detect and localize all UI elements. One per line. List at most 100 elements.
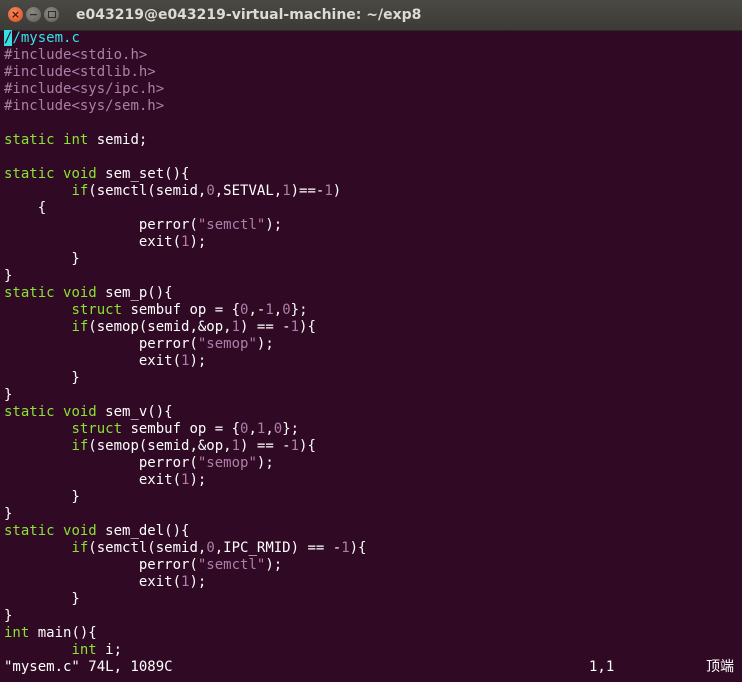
code-token: } — [4, 370, 80, 386]
close-icon: × — [10, 8, 21, 21]
code-token: 1 — [324, 183, 333, 199]
code-line: perror("semctl"); — [4, 217, 742, 234]
code-token: ){ — [299, 319, 316, 335]
code-line: int i; — [4, 642, 742, 659]
code-line: static int semid; — [4, 132, 742, 149]
code-token: 1 — [265, 302, 274, 318]
code-line: static void sem_v(){ — [4, 404, 742, 421]
code-line: struct sembuf op = {0,-1,0}; — [4, 302, 742, 319]
code-line: if(semctl(semid,0,SETVAL,1)==-1) — [4, 183, 742, 200]
code-token: } — [4, 268, 13, 284]
maximize-button[interactable] — [44, 7, 59, 22]
code-token: }; — [282, 421, 300, 437]
close-button[interactable]: × — [8, 7, 23, 22]
code-token: sembuf op = { — [122, 421, 241, 437]
code-token: #include — [4, 47, 72, 63]
title-bar[interactable]: × − e043219@e043219-virtual-machine: ~/e… — [0, 0, 742, 31]
status-scroll-position: 顶端 — [706, 659, 734, 675]
code-token: ); — [189, 353, 207, 369]
code-line: exit(1); — [4, 472, 742, 489]
code-token: void — [63, 404, 97, 420]
code-token: } — [4, 489, 80, 505]
code-line: perror("semop"); — [4, 455, 742, 472]
code-token: <sys/sem.h> — [71, 98, 165, 114]
code-token: void — [63, 166, 97, 182]
code-token: static — [4, 132, 55, 148]
code-token: i; — [96, 642, 123, 658]
code-line: if(semop(semid,&op,1) == -1){ — [4, 438, 742, 455]
code-line: if(semop(semid,&op,1) == -1){ — [4, 319, 742, 336]
code-token: , — [248, 421, 257, 437]
code-token: int — [71, 642, 97, 658]
code-token: <sys/ipc.h> — [71, 81, 165, 97]
code-token: static — [4, 166, 55, 182]
minimize-icon: − — [28, 8, 39, 21]
code-token: exit( — [4, 234, 182, 250]
code-token: int — [4, 625, 30, 641]
code-line: } — [4, 608, 742, 625]
code-token: ) == - — [240, 438, 291, 454]
code-token: if — [71, 540, 89, 556]
code-token: } — [4, 506, 13, 522]
code-token: static — [4, 404, 55, 420]
code-token: sem_set(){ — [96, 166, 190, 182]
minimize-button[interactable]: − — [26, 7, 41, 22]
maximize-icon — [47, 11, 56, 18]
code-token: } — [4, 387, 13, 403]
code-token: ); — [189, 472, 207, 488]
code-token: <stdlib.h> — [71, 64, 156, 80]
code-line: static void sem_p(){ — [4, 285, 742, 302]
status-file-info: "mysem.c" 74L, 1089C — [4, 659, 173, 675]
code-token: if — [71, 438, 89, 454]
code-token: exit( — [4, 472, 182, 488]
code-token: }; — [290, 302, 308, 318]
code-token: perror( — [4, 217, 198, 233]
code-token: perror( — [4, 455, 198, 471]
code-token: int — [63, 132, 89, 148]
code-token: /mysem.c — [12, 30, 80, 46]
code-token: (semctl(semid, — [88, 183, 207, 199]
code-token: 1 — [290, 319, 300, 335]
code-token: 1 — [231, 438, 241, 454]
code-token: static — [4, 285, 55, 301]
code-line: { — [4, 200, 742, 217]
window-controls: × − — [8, 7, 59, 22]
code-token: exit( — [4, 353, 182, 369]
code-line: } — [4, 370, 742, 387]
code-line: //mysem.c — [4, 30, 742, 47]
status-cursor-position: 1,1 — [589, 659, 615, 675]
code-line: #include<sys/sem.h> — [4, 98, 742, 115]
code-line: if(semctl(semid,0,IPC_RMID) == -1){ — [4, 540, 742, 557]
code-token: { — [4, 200, 47, 216]
code-line: perror("semctl"); — [4, 557, 742, 574]
code-line: static void sem_del(){ — [4, 523, 742, 540]
code-token: sembuf op = { — [122, 302, 241, 318]
code-token: #include — [4, 64, 72, 80]
code-token: 0 — [206, 183, 215, 199]
code-line: #include<sys/ipc.h> — [4, 81, 742, 98]
code-token: ); — [256, 455, 274, 471]
code-token: (semop(semid,&op, — [88, 438, 232, 454]
code-line: } — [4, 489, 742, 506]
code-token: "semop" — [197, 455, 257, 471]
code-token: } — [4, 251, 80, 267]
code-token: (semctl(semid, — [88, 540, 207, 556]
code-token: if — [71, 319, 89, 335]
code-line: exit(1); — [4, 353, 742, 370]
code-token: )==- — [290, 183, 325, 199]
code-line: } — [4, 387, 742, 404]
vim-editor-buffer[interactable]: //mysem.c #include<stdio.h> #include<stdli… — [4, 30, 742, 659]
code-token: , — [273, 302, 283, 318]
code-token: ,SETVAL, — [214, 183, 283, 199]
code-token: void — [63, 523, 97, 539]
vim-status-line: "mysem.c" 74L, 1089C 1,1 顶端 — [4, 659, 742, 676]
code-line: } — [4, 251, 742, 268]
